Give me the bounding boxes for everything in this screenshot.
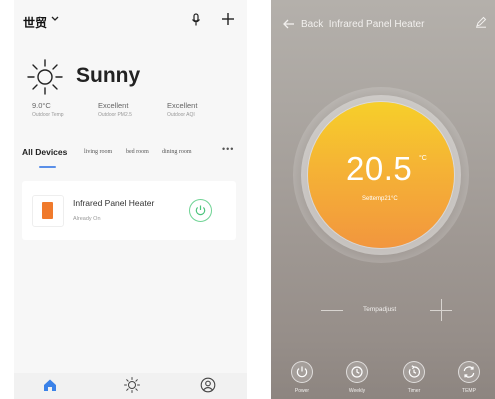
temperature-unit: °C (419, 155, 427, 162)
device-title: Infrared Panel Heater (328, 19, 425, 30)
weather-condition: Sunny (76, 64, 141, 87)
clock-icon (351, 366, 363, 378)
home-icon[interactable] (42, 377, 58, 393)
temp-mode-label: TEMP (462, 388, 476, 394)
power-button[interactable] (291, 361, 313, 383)
scene-sun-icon[interactable] (123, 376, 141, 394)
current-temperature: 20.5 (346, 150, 413, 187)
home-title[interactable]: 世贸 (23, 14, 47, 31)
timer-button[interactable] (403, 361, 425, 383)
temp-mode-button[interactable] (458, 361, 480, 383)
outdoor-aqi-value: Excellent (167, 101, 198, 110)
tab-dining-room[interactable]: dining room (162, 149, 192, 155)
outdoor-pm25-value: Excellent (98, 101, 129, 110)
outdoor-temp-label: Outdoor Temp (32, 112, 64, 118)
edit-icon[interactable] (475, 16, 487, 28)
back-label[interactable]: Back (301, 19, 323, 30)
power-icon (195, 205, 206, 216)
weekly-button[interactable] (346, 361, 368, 383)
bottom-nav (14, 373, 247, 399)
home-header: 世贸 (14, 0, 247, 46)
device-name: Infrared Panel Heater (73, 198, 155, 208)
temp-decrease-button[interactable] (321, 310, 343, 311)
back-arrow-icon[interactable] (283, 19, 295, 29)
outdoor-aqi-label: Outdoor AQI (167, 112, 195, 118)
tab-active-indicator (39, 166, 56, 168)
timer-label: Timer (407, 388, 421, 394)
profile-icon[interactable] (200, 377, 216, 393)
room-tabs: All Devices living room bed room dining … (14, 144, 247, 168)
power-icon (296, 366, 308, 378)
device-card[interactable]: Infrared Panel Heater Already On (22, 181, 236, 240)
chevron-down-icon[interactable] (51, 16, 59, 22)
plus-icon[interactable] (221, 12, 235, 26)
timer-icon (408, 365, 420, 378)
outdoor-temp-value: 9.0°C (32, 101, 51, 110)
microphone-icon[interactable] (191, 13, 201, 27)
tab-all-devices[interactable]: All Devices (22, 147, 67, 157)
tab-bed-room[interactable]: bed room (126, 149, 149, 155)
more-tabs-button[interactable]: ••• (222, 144, 234, 154)
tab-living-room[interactable]: living room (84, 149, 112, 155)
temp-increase-button-vertical[interactable] (441, 299, 442, 321)
power-label: Power (294, 388, 310, 394)
heater-device-icon (32, 195, 64, 227)
home-screen: 世贸 Sunny 9.0°C Outdoor Temp Excellent Ou… (14, 0, 247, 399)
outdoor-pm25-label: Outdoor PM2.5 (98, 112, 132, 118)
weekly-label: Weekly (348, 388, 366, 394)
sun-icon (27, 59, 63, 95)
header-title[interactable]: Back Infrared Panel Heater (301, 19, 424, 30)
device-status: Already On (73, 216, 101, 222)
set-temperature: Settemp21°C (362, 196, 398, 202)
temp-adjust-label: Tempadjust (363, 306, 397, 313)
refresh-icon (463, 366, 475, 378)
heater-screen: Back Infrared Panel Heater 20.5 °C Sette… (271, 0, 495, 399)
device-power-button[interactable] (189, 199, 212, 222)
